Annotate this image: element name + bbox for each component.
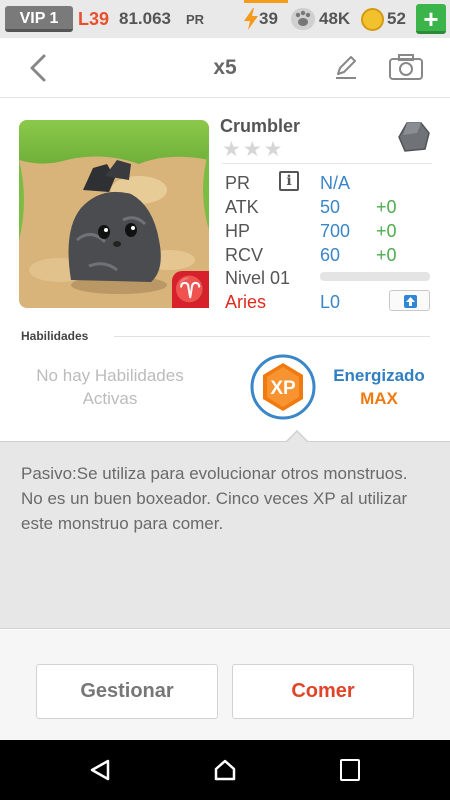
rcv-value: 60 xyxy=(320,245,341,265)
no-active-skills-text: No hay Habilidades Activas xyxy=(36,366,184,408)
power-rating-value: 81.063 xyxy=(119,9,171,28)
pr-label: PR xyxy=(225,173,251,193)
hp-bonus: +0 xyxy=(376,221,397,241)
energy-value: 39 xyxy=(259,9,278,28)
vip-badge[interactable]: VIP 1 xyxy=(5,6,73,32)
sign-level: L0 xyxy=(320,292,341,312)
aries-sign-badge: ♈ xyxy=(172,271,209,308)
hp-value: 700 xyxy=(320,221,351,241)
lightning-icon xyxy=(244,8,258,30)
camera-icon[interactable] xyxy=(388,53,424,81)
panel-pointer-fill xyxy=(286,432,308,443)
monster-name: Crumbler xyxy=(220,116,301,136)
level-label: Nivel 01 xyxy=(225,268,291,288)
rcv-bonus: +0 xyxy=(376,245,397,265)
sign-upgrade-button[interactable] xyxy=(389,290,430,311)
atk-label: ATK xyxy=(225,197,259,217)
xp-badge-text: XP xyxy=(270,378,296,399)
max-label: MAX xyxy=(360,389,398,408)
description-text: Pasivo:Se utiliza para evolucionar otros… xyxy=(21,464,408,533)
manage-button[interactable]: Gestionar xyxy=(36,664,218,719)
paws-value: 48K xyxy=(319,9,351,28)
system-recents-icon[interactable] xyxy=(340,759,360,781)
divider xyxy=(222,163,432,164)
coins-value: 52 xyxy=(387,9,406,28)
rcv-label: RCV xyxy=(225,245,264,265)
system-nav-bar xyxy=(0,740,450,800)
atk-bonus: +0 xyxy=(376,197,397,217)
divider xyxy=(114,336,430,337)
skills-header: Habilidades xyxy=(21,329,89,343)
info-icon[interactable]: i xyxy=(279,171,299,191)
top-nav: x5 xyxy=(0,38,450,98)
system-home-icon[interactable] xyxy=(213,758,237,782)
status-bar: VIP 1 L39 81.063 PR 39 48K 52 + xyxy=(0,0,450,38)
pencil-icon[interactable] xyxy=(334,54,358,80)
xp-icon: XP xyxy=(250,354,316,420)
energized-label: Energizado xyxy=(333,366,425,385)
pr-value: N/A xyxy=(320,173,351,193)
hp-label: HP xyxy=(225,221,251,241)
sign-label: Aries xyxy=(225,292,267,312)
energy-progress-bar xyxy=(244,0,288,3)
aries-icon: ♈ xyxy=(174,274,207,304)
paw-icon xyxy=(291,8,315,30)
arrow-up-icon xyxy=(404,295,417,308)
xp-energized-badge[interactable]: XP xyxy=(250,354,316,420)
level-progress-bar xyxy=(320,272,430,281)
atk-value: 50 xyxy=(320,197,341,217)
page-title: x5 xyxy=(213,56,237,79)
eat-button[interactable]: Comer xyxy=(232,664,414,719)
rock-element-icon xyxy=(398,122,430,152)
star-rating: ★★★ xyxy=(222,138,285,161)
system-back-icon[interactable] xyxy=(88,758,112,782)
power-rating-unit: PR xyxy=(186,12,205,27)
player-level: L39 xyxy=(78,9,110,29)
back-arrow-icon[interactable] xyxy=(24,52,54,84)
coin-icon xyxy=(361,8,384,31)
add-coins-button[interactable]: + xyxy=(416,4,446,34)
